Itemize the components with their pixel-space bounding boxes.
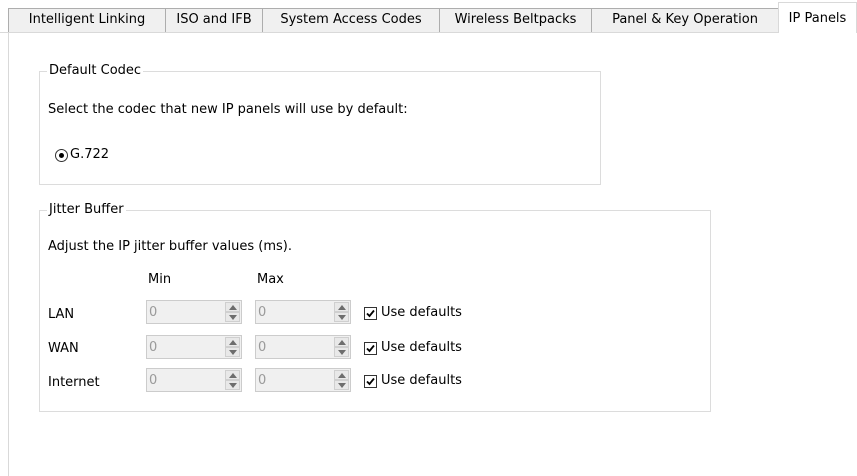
wan-min-spinner[interactable] bbox=[146, 335, 242, 359]
checkmark-icon bbox=[366, 377, 375, 386]
tab-wireless-beltpacks[interactable]: Wireless Beltpacks bbox=[439, 8, 592, 32]
spin-up-button[interactable] bbox=[225, 370, 240, 380]
codec-g722-label[interactable]: G.722 bbox=[70, 147, 109, 163]
spin-down-button[interactable] bbox=[225, 312, 240, 322]
tab-intelligent-linking[interactable]: Intelligent Linking bbox=[8, 8, 166, 32]
settings-page: Intelligent Linking ISO and IFB System A… bbox=[0, 0, 857, 476]
checkmark-icon bbox=[366, 344, 375, 353]
arrow-up-icon bbox=[229, 373, 237, 378]
spin-up-button[interactable] bbox=[225, 337, 240, 347]
tab-system-access-codes[interactable]: System Access Codes bbox=[262, 8, 440, 32]
internet-min-spin-buttons bbox=[225, 369, 241, 391]
wan-max-spinner[interactable] bbox=[255, 335, 351, 359]
default-codec-legend: Default Codec bbox=[47, 63, 144, 79]
arrow-up-icon bbox=[229, 305, 237, 310]
arrow-up-icon bbox=[229, 340, 237, 345]
arrow-down-icon bbox=[229, 383, 237, 388]
checkmark-icon bbox=[366, 309, 375, 318]
arrow-down-icon bbox=[338, 350, 346, 355]
lan-min-spin-buttons bbox=[225, 301, 241, 323]
arrow-down-icon bbox=[338, 315, 346, 320]
spin-up-button[interactable] bbox=[334, 302, 349, 312]
lan-min-input[interactable] bbox=[148, 302, 213, 322]
spin-down-button[interactable] bbox=[334, 347, 349, 357]
default-codec-group: Default Codec Select the codec that new … bbox=[39, 63, 601, 185]
radio-selected-dot bbox=[59, 153, 64, 158]
tab-panel-key-operation[interactable]: Panel & Key Operation bbox=[591, 8, 779, 32]
internet-max-spinner[interactable] bbox=[255, 368, 351, 392]
wan-min-spin-buttons bbox=[225, 336, 241, 358]
page-left-border bbox=[8, 32, 9, 476]
spin-up-button[interactable] bbox=[334, 337, 349, 347]
spin-up-button[interactable] bbox=[334, 370, 349, 380]
tab-ip-panels[interactable]: IP Panels bbox=[778, 2, 857, 33]
spin-down-button[interactable] bbox=[334, 312, 349, 322]
codec-g722-radio[interactable] bbox=[55, 149, 68, 162]
lan-max-spinner[interactable] bbox=[255, 300, 351, 324]
internet-max-input[interactable] bbox=[257, 370, 322, 390]
spin-down-button[interactable] bbox=[334, 380, 349, 390]
internet-max-spin-buttons bbox=[334, 369, 350, 391]
internet-min-spinner[interactable] bbox=[146, 368, 242, 392]
lan-use-defaults-checkbox[interactable] bbox=[364, 307, 377, 320]
internet-min-input[interactable] bbox=[148, 370, 213, 390]
tab-iso-and-ifb[interactable]: ISO and IFB bbox=[165, 8, 263, 32]
wan-max-spin-buttons bbox=[334, 336, 350, 358]
column-header-min: Min bbox=[148, 272, 172, 287]
lan-use-defaults-label[interactable]: Use defaults bbox=[381, 305, 462, 321]
arrow-down-icon bbox=[229, 315, 237, 320]
arrow-down-icon bbox=[229, 350, 237, 355]
arrow-up-icon bbox=[338, 340, 346, 345]
row-label-wan: WAN bbox=[48, 341, 79, 356]
row-label-internet: Internet bbox=[48, 375, 100, 390]
arrow-down-icon bbox=[338, 383, 346, 388]
internet-use-defaults-label[interactable]: Use defaults bbox=[381, 373, 462, 389]
lan-max-input[interactable] bbox=[257, 302, 322, 322]
tab-strip: Intelligent Linking ISO and IFB System A… bbox=[0, 0, 857, 33]
wan-max-input[interactable] bbox=[257, 337, 322, 357]
spin-down-button[interactable] bbox=[225, 347, 240, 357]
jitter-buffer-description: Adjust the IP jitter buffer values (ms). bbox=[48, 239, 292, 254]
arrow-up-icon bbox=[338, 373, 346, 378]
wan-use-defaults-label[interactable]: Use defaults bbox=[381, 340, 462, 356]
wan-use-defaults-checkbox[interactable] bbox=[364, 342, 377, 355]
default-codec-description: Select the codec that new IP panels will… bbox=[48, 102, 408, 117]
spin-up-button[interactable] bbox=[225, 302, 240, 312]
lan-max-spin-buttons bbox=[334, 301, 350, 323]
jitter-buffer-legend: Jitter Buffer bbox=[47, 202, 126, 218]
wan-min-input[interactable] bbox=[148, 337, 213, 357]
lan-min-spinner[interactable] bbox=[146, 300, 242, 324]
internet-use-defaults-checkbox[interactable] bbox=[364, 375, 377, 388]
arrow-up-icon bbox=[338, 305, 346, 310]
row-label-lan: LAN bbox=[48, 307, 75, 322]
spin-down-button[interactable] bbox=[225, 380, 240, 390]
column-header-max: Max bbox=[257, 272, 284, 287]
tab-strip-divider bbox=[0, 32, 857, 33]
jitter-buffer-group: Jitter Buffer Adjust the IP jitter buffe… bbox=[39, 202, 711, 412]
